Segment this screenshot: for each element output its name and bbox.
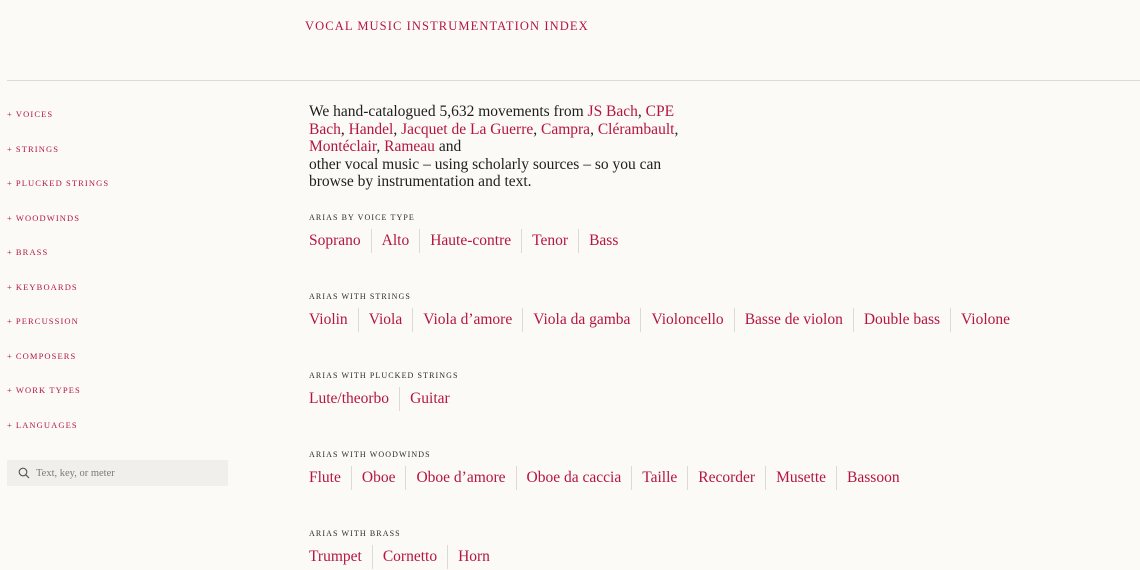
expand-plus-icon: + xyxy=(7,419,13,430)
section-woodwinds: Arias with woodwinds Flute Oboe Oboe d’a… xyxy=(309,450,910,490)
intro-tail: other vocal music – using scholarly sour… xyxy=(309,155,662,191)
chip-viola-da-gamba[interactable]: Viola da gamba xyxy=(522,308,640,332)
chip-viola[interactable]: Viola xyxy=(357,308,413,332)
sidebar-item-label: Percussion xyxy=(15,316,79,326)
expand-plus-icon: + xyxy=(7,178,13,188)
sidebar: + Voices + Strings + Plucked strings + Woodw… xyxy=(7,105,232,486)
chip-oboe-da-caccia[interactable]: Oboe da caccia xyxy=(515,466,632,490)
chip-musette[interactable]: Musette xyxy=(765,466,836,490)
chip-double-bass[interactable]: Double bass xyxy=(852,308,950,332)
sidebar-item-voices[interactable]: + Voices xyxy=(7,105,232,140)
sidebar-item-label: Work types xyxy=(15,385,81,395)
section-plucked-strings: Arias with plucked strings Lute/theorbo … xyxy=(309,371,460,411)
section-label: Arias with strings xyxy=(309,292,411,301)
chip-tenor[interactable]: Tenor xyxy=(521,229,578,253)
chip-haute-contre[interactable]: Haute-contre xyxy=(419,229,521,253)
section-strings: Arias with strings Violin Viola Viola d’… xyxy=(309,292,1020,332)
chip-list: Lute/theorbo Guitar xyxy=(309,387,460,411)
expand-plus-icon: + xyxy=(7,316,13,326)
sidebar-item-brass[interactable]: + Brass xyxy=(7,243,232,278)
sidebar-item-work-types[interactable]: + Work types xyxy=(7,381,232,416)
chip-soprano[interactable]: Soprano xyxy=(309,229,371,253)
chip-list: Trumpet Cornetto Horn xyxy=(309,545,500,569)
composer-link-handel[interactable]: Handel xyxy=(349,121,394,138)
composer-link-campra[interactable]: Campra xyxy=(541,121,590,138)
search-box[interactable] xyxy=(7,460,228,486)
chip-guitar[interactable]: Guitar xyxy=(399,387,460,411)
sidebar-item-label: Languages xyxy=(15,419,78,430)
search-icon xyxy=(12,460,36,486)
section-label: Arias with woodwinds xyxy=(309,450,431,459)
composer-link-monteclair[interactable]: Montéclair xyxy=(309,138,376,155)
chip-bassoon[interactable]: Bassoon xyxy=(836,466,910,490)
sidebar-item-keyboards[interactable]: + Keyboards xyxy=(7,278,232,313)
chip-list: Flute Oboe Oboe d’amore Oboe da caccia T… xyxy=(309,466,910,490)
sidebar-item-label: Composers xyxy=(15,350,77,361)
sidebar-item-languages[interactable]: + Languages xyxy=(7,416,232,451)
sidebar-item-label: Strings xyxy=(15,143,60,154)
expand-plus-icon: + xyxy=(7,247,13,257)
intro-lead: We hand-catalogued 5,632 movements from xyxy=(309,103,588,120)
section-brass: Arias with brass Trumpet Cornetto Horn xyxy=(309,529,500,569)
section-label: Arias with brass xyxy=(309,529,401,538)
chip-violin[interactable]: Violin xyxy=(309,308,358,332)
chip-viola-damore[interactable]: Viola d’amore xyxy=(412,308,522,332)
chip-violoncello[interactable]: Violoncello xyxy=(640,308,733,332)
main-content: We hand-catalogued 5,632 movements from … xyxy=(309,103,1129,569)
chip-oboe[interactable]: Oboe xyxy=(350,466,406,490)
chip-list: Violin Viola Viola d’amore Viola da gamb… xyxy=(309,308,1020,332)
composer-link-js-bach[interactable]: JS Bach xyxy=(588,103,638,120)
chip-basse-de-violon[interactable]: Basse de violon xyxy=(733,308,853,332)
composer-link-jacquet-de-la-guerre[interactable]: Jacquet de La Guerre xyxy=(401,121,533,138)
chip-recorder[interactable]: Recorder xyxy=(687,466,765,490)
composer-link-clerambault[interactable]: Clérambault xyxy=(598,121,675,138)
chip-bass[interactable]: Bass xyxy=(578,229,628,253)
site-title[interactable]: VOCAL MUSIC INSTRUMENTATION INDEX xyxy=(305,19,589,34)
expand-plus-icon: + xyxy=(7,350,13,361)
expand-plus-icon: + xyxy=(7,109,13,119)
intro-and: and xyxy=(434,138,462,155)
chip-flute[interactable]: Flute xyxy=(309,466,351,490)
composer-link-rameau[interactable]: Rameau xyxy=(384,138,435,155)
sidebar-item-label: Woodwinds xyxy=(15,212,81,223)
chip-alto[interactable]: Alto xyxy=(370,229,420,253)
sidebar-item-plucked-strings[interactable]: + Plucked strings xyxy=(7,174,232,209)
header-divider xyxy=(7,80,1140,81)
sidebar-item-label: Voices xyxy=(15,109,54,119)
expand-plus-icon: + xyxy=(7,212,13,223)
section-label: Arias with plucked strings xyxy=(309,371,459,380)
expand-plus-icon: + xyxy=(7,143,13,154)
intro-paragraph: We hand-catalogued 5,632 movements from … xyxy=(309,103,679,191)
expand-plus-icon: + xyxy=(7,385,13,395)
chip-horn[interactable]: Horn xyxy=(447,545,500,569)
sidebar-item-label: Brass xyxy=(15,247,49,257)
expand-plus-icon: + xyxy=(7,281,13,292)
sidebar-item-percussion[interactable]: + Percussion xyxy=(7,312,232,347)
chip-trumpet[interactable]: Trumpet xyxy=(309,545,372,569)
sidebar-item-label: Keyboards xyxy=(15,281,78,292)
chip-violone[interactable]: Violone xyxy=(950,308,1020,332)
sidebar-item-composers[interactable]: + Composers xyxy=(7,347,232,382)
chip-list: Soprano Alto Haute-contre Tenor Bass xyxy=(309,229,628,253)
sidebar-item-woodwinds[interactable]: + Woodwinds xyxy=(7,209,232,244)
section-voice-type: Arias by voice type Soprano Alto Haute-c… xyxy=(309,213,628,253)
section-label: Arias by voice type xyxy=(309,213,415,222)
chip-lute-theorbo[interactable]: Lute/theorbo xyxy=(309,387,399,411)
chip-cornetto[interactable]: Cornetto xyxy=(371,545,447,569)
search-input[interactable] xyxy=(36,467,216,479)
sidebar-item-strings[interactable]: + Strings xyxy=(7,140,232,175)
sidebar-item-label: Plucked strings xyxy=(15,178,110,188)
chip-taille[interactable]: Taille xyxy=(631,466,687,490)
chip-oboe-damore[interactable]: Oboe d’amore xyxy=(405,466,515,490)
